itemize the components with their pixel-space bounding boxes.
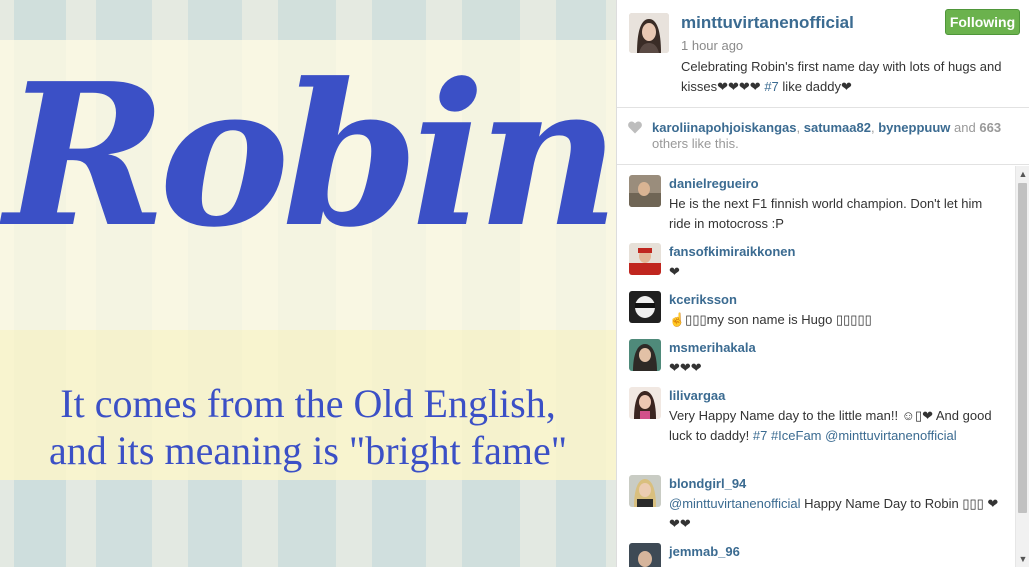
comment-text: ☝▯▯▯my son name is Hugo ▯▯▯▯▯ [669,312,872,327]
comment-username[interactable]: fansofkimiraikkonen [669,244,795,259]
caption-hashtag[interactable]: #7 [764,79,778,94]
owner-avatar[interactable] [629,13,669,53]
likes-suffix: others like this. [652,136,739,151]
owner-username[interactable]: minttuvirtanenofficial [681,13,854,33]
comment-username[interactable]: blondgirl_94 [669,476,746,491]
commenter-avatar[interactable] [629,475,661,507]
comment-username[interactable]: msmerihakala [669,340,756,355]
comments-list[interactable]: danielregueiro He is the next F1 finnish… [617,166,1015,567]
image-headline: Robin [4,41,616,271]
comment-mention[interactable]: @minttuvirtanenofficial [669,496,800,511]
comment-text: ❤❤❤ [669,360,702,375]
liker-link[interactable]: satumaa82 [804,120,871,135]
heart-icon[interactable] [628,121,642,135]
commenter-avatar[interactable] [629,543,661,567]
post-image[interactable]: Robin It comes from the Old English, and… [0,0,616,567]
comment-username[interactable]: lilivargaa [669,388,725,403]
liker-link[interactable]: karoliinapohjoiskangas [652,120,797,135]
commenter-avatar[interactable] [629,291,661,323]
commenter-avatar[interactable] [629,387,661,419]
comment-mention[interactable]: @minttuvirtanenofficial [825,428,956,443]
post-header: minttuvirtanenofficial Following 1 hour … [617,0,1029,108]
comments-scrollbar[interactable]: ▲ ▼ [1015,166,1029,567]
likes-section: karoliinapohjoiskangas, satumaa82, bynep… [617,109,1029,165]
commenter-avatar[interactable] [629,175,661,207]
likes-count[interactable]: 663 [979,120,1001,135]
commenter-avatar[interactable] [629,339,661,371]
caption-tail: like daddy❤ [782,79,852,94]
commenter-avatar[interactable] [629,243,661,275]
image-band [0,480,616,567]
comment-username[interactable]: jemmab_96 [669,544,740,559]
image-meaning-line-1: It comes from the Old English, [60,381,556,426]
comment-username[interactable]: danielregueiro [669,176,759,191]
post-sidebar: minttuvirtanenofficial Following 1 hour … [616,0,1032,567]
post-timestamp[interactable]: 1 hour ago [681,38,743,53]
comment-hashtag[interactable]: #7 [753,428,767,443]
comment-text: He is the next F1 finnish world champion… [669,196,983,231]
liker-link[interactable]: byneppuuw [878,120,950,135]
comment-text: ❤ [669,264,680,279]
scroll-up-arrow-icon[interactable]: ▲ [1016,168,1030,180]
following-button[interactable]: Following [945,9,1020,35]
comment-text: Very Happy Name day to the little man!! … [669,406,1004,446]
image-meaning-line-2: and its meaning is "bright fame" [48,428,568,473]
comment-hashtag[interactable]: #IceFam [771,428,822,443]
image-band [0,0,616,40]
comment-username[interactable]: kceriksson [669,292,737,307]
likes-text: karoliinapohjoiskangas, satumaa82, bynep… [652,120,1002,151]
scroll-down-arrow-icon[interactable]: ▼ [1016,553,1030,565]
post-caption: Celebrating Robin's first name day with … [681,57,1026,97]
likes-and: and [954,120,976,135]
comment-text: @minttuvirtanenofficial Happy Name Day t… [669,494,1004,534]
scrollbar-thumb[interactable] [1018,183,1027,513]
